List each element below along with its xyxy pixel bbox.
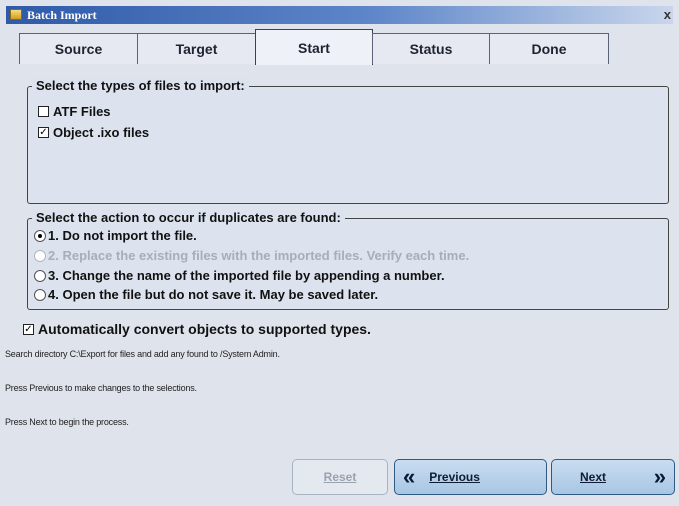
ixo-files-checkbox[interactable]: ✓ Object .ixo files — [38, 125, 149, 140]
close-icon[interactable]: x — [664, 7, 671, 22]
auto-convert-checkbox[interactable]: ✓ Automatically convert objects to suppo… — [23, 321, 371, 337]
info-search-directory: Search directory C:\Export for files and… — [5, 349, 280, 359]
radio-replace-existing-label: 2. Replace the existing files with the i… — [48, 248, 470, 263]
file-types-group: Select the types of files to import: ATF… — [27, 78, 669, 204]
next-label: Next — [580, 470, 607, 484]
next-button[interactable]: Next » — [551, 459, 675, 495]
duplicates-legend: Select the action to occur if duplicates… — [32, 210, 345, 225]
radio-open-not-save-label: 4. Open the file but do not save it. May… — [48, 287, 379, 302]
atf-files-label: ATF Files — [53, 104, 111, 119]
double-chevron-left-icon: « — [403, 464, 416, 489]
tab-source[interactable]: Source — [19, 33, 138, 64]
radio-do-not-import[interactable]: 1. Do not import the file. — [34, 228, 197, 243]
checkbox-box — [38, 106, 49, 117]
radio-icon — [34, 288, 46, 301]
auto-convert-label: Automatically convert objects to support… — [38, 321, 371, 337]
radio-rename-imported[interactable]: 3. Change the name of the imported file … — [34, 268, 445, 283]
file-types-legend: Select the types of files to import: — [32, 78, 249, 93]
double-chevron-right-icon: » — [653, 464, 666, 489]
checkmark-icon: ✓ — [38, 127, 49, 138]
ixo-files-label: Object .ixo files — [53, 125, 150, 140]
tab-start[interactable]: Start — [255, 29, 373, 65]
tab-status[interactable]: Status — [372, 33, 490, 64]
reset-label: Reset — [323, 470, 357, 484]
tab-done[interactable]: Done — [489, 33, 609, 64]
duplicates-group: Select the action to occur if duplicates… — [27, 210, 669, 310]
radio-icon — [34, 249, 46, 262]
previous-button[interactable]: « Previous — [394, 459, 547, 495]
radio-icon — [34, 269, 46, 282]
radio-rename-imported-label: 3. Change the name of the imported file … — [48, 268, 445, 283]
title-bar: Batch Import x — [6, 6, 673, 24]
start-panel: Select the types of files to import: ATF… — [5, 64, 670, 502]
batch-import-dialog: Batch Import x Source Target Start Statu… — [0, 0, 679, 506]
info-previous-hint: Press Previous to make changes to the se… — [5, 383, 197, 393]
atf-files-checkbox[interactable]: ATF Files — [38, 104, 111, 119]
radio-selected-icon — [34, 229, 46, 242]
tab-target[interactable]: Target — [137, 33, 256, 64]
folder-icon — [10, 9, 22, 20]
radio-do-not-import-label: 1. Do not import the file. — [48, 228, 197, 243]
previous-label: Previous — [429, 470, 480, 484]
window-title: Batch Import — [27, 8, 97, 22]
radio-open-not-save[interactable]: 4. Open the file but do not save it. May… — [34, 287, 378, 302]
radio-replace-existing[interactable]: 2. Replace the existing files with the i… — [34, 248, 469, 263]
info-next-hint: Press Next to begin the process. — [5, 417, 129, 427]
reset-button[interactable]: Reset — [292, 459, 388, 495]
checkmark-icon: ✓ — [23, 323, 34, 335]
